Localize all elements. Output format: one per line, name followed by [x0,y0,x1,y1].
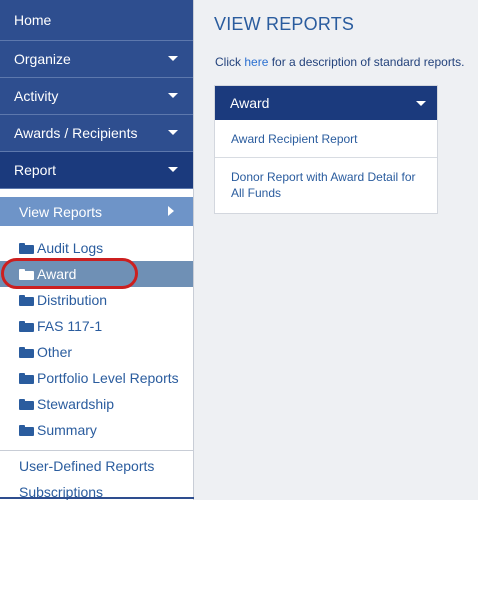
nav-item-home[interactable]: Home [0,0,193,41]
subnav-view-reports[interactable]: View Reports [0,197,193,226]
report-panel: Award Award Recipient Report Donor Repor… [214,85,438,214]
folder-fas-117-1[interactable]: FAS 117-1 [0,313,193,339]
folder-label: FAS 117-1 [37,318,103,334]
folder-portfolio-level-reports[interactable]: Portfolio Level Reports [0,365,193,391]
nav-item-label: Awards / Recipients [14,125,138,141]
link-user-defined-reports[interactable]: User-Defined Reports [0,453,193,479]
folder-label: Portfolio Level Reports [37,370,179,386]
folder-icon [19,320,34,332]
folder-icon [19,268,34,280]
main-content: VIEW REPORTS Click here for a descriptio… [194,0,478,500]
chevron-down-icon [168,93,178,98]
panel-title: Award [230,95,270,111]
link-subscriptions[interactable]: Subscriptions [0,479,193,505]
chevron-right-icon [168,206,174,216]
chevron-down-icon [416,101,426,106]
page-title: VIEW REPORTS [214,14,355,34]
report-link-award-recipient[interactable]: Award Recipient Report [215,120,437,157]
description-prefix: Click [215,55,245,69]
folder-icon [19,398,34,410]
subnav-label: View Reports [19,203,103,220]
folder-other[interactable]: Other [0,339,193,365]
folder-summary[interactable]: Summary [0,417,193,443]
nav-item-label: Report [14,162,57,178]
nav-item-awards-recipients[interactable]: Awards / Recipients [0,115,193,152]
nav-item-report[interactable]: Report [0,152,193,189]
folder-label: Stewardship [37,396,115,412]
nav-item-organize[interactable]: Organize [0,41,193,78]
folder-label: Award [37,266,77,282]
report-link-donor-award-detail[interactable]: Donor Report with Award Detail for All F… [215,157,437,213]
folder-label: Audit Logs [37,240,104,256]
chevron-down-icon [168,167,178,172]
report-folder-list: Audit Logs Award Distribution FAS 117-1 … [0,226,193,443]
folder-icon [19,424,34,436]
nav-item-label: Activity [14,88,59,104]
folder-icon [19,346,34,358]
description-text: Click here for a description of standard… [215,55,464,69]
folder-audit-logs[interactable]: Audit Logs [0,235,193,261]
description-suffix: for a description of standard reports. [268,55,465,69]
folder-label: Summary [37,422,97,438]
panel-header-award[interactable]: Award [215,86,437,120]
nav-item-label: Home [14,12,52,28]
folder-icon [19,242,34,254]
nav-item-label: Organize [14,51,71,67]
folder-distribution[interactable]: Distribution [0,287,193,313]
folder-award[interactable]: Award [0,258,193,289]
folder-label: Distribution [37,292,108,308]
chevron-down-icon [168,130,178,135]
folder-stewardship[interactable]: Stewardship [0,391,193,417]
folder-icon [19,372,34,384]
chevron-down-icon [168,56,178,61]
folder-label: Other [37,344,73,360]
sidebar: Home Organize Activity Awards / Recipien… [0,0,194,500]
nav-item-activity[interactable]: Activity [0,78,193,115]
folder-icon [19,294,34,306]
sidebar-bottom-border [0,497,194,499]
description-link[interactable]: here [244,55,268,69]
